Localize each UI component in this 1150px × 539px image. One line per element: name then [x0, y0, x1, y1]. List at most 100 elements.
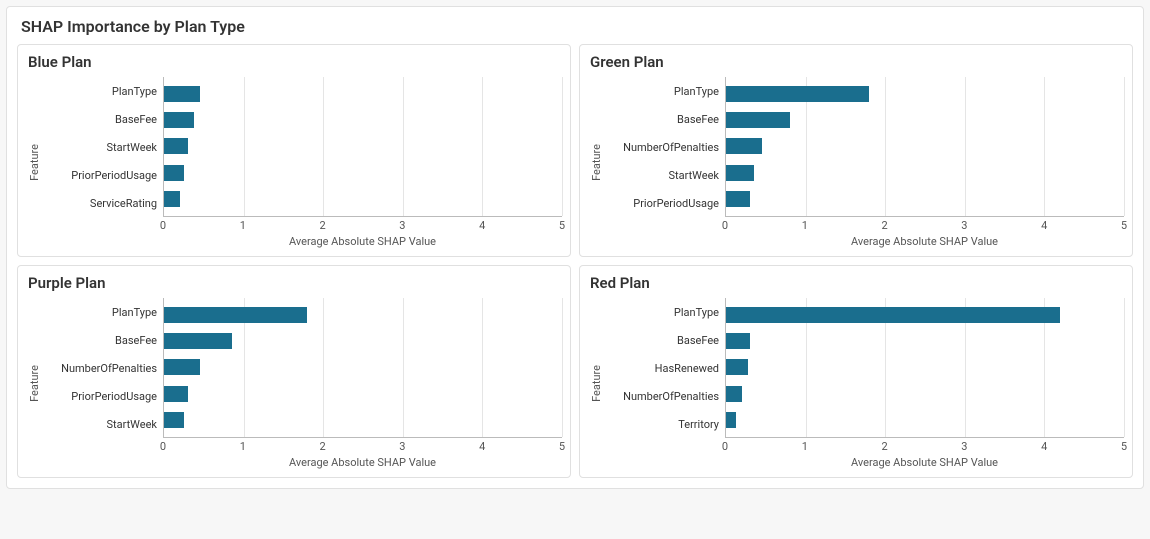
bar	[164, 412, 184, 428]
category-label: BaseFee	[43, 114, 157, 125]
chart-wrap: FeaturePlanTypeBaseFeeNumberOfPenaltiesP…	[26, 298, 562, 469]
category-label: NumberOfPenalties	[43, 363, 157, 374]
bar	[726, 386, 742, 402]
bar	[726, 191, 750, 207]
x-tick: 0	[160, 440, 166, 453]
plot-area	[725, 298, 1124, 438]
chart-panel: Green Plan Feature PlanType BaseFee NumberOf…	[579, 44, 1133, 257]
gridline	[1124, 298, 1125, 437]
chart-body: PlanTypeBaseFeeStartWeekPriorPeriodUsage…	[43, 77, 562, 248]
category-label: StartWeek	[43, 419, 157, 430]
x-tick: 3	[961, 440, 967, 453]
bar	[726, 86, 869, 102]
x-tick: 1	[240, 219, 246, 232]
plot-row: PlanTypeBaseFeeNumberOfPenaltiesPriorPer…	[43, 298, 562, 438]
bar	[726, 307, 1060, 323]
x-axis: 012345	[43, 440, 562, 454]
x-tick: 5	[1121, 219, 1127, 232]
bar	[164, 86, 200, 102]
plot-area	[163, 298, 562, 438]
x-axis-label: Average Absolute SHAP Value	[43, 456, 562, 469]
x-tick: 0	[160, 219, 166, 232]
gridline	[1124, 77, 1125, 216]
bar	[164, 112, 194, 128]
main-panel: SHAP Importance by Plan Type Blue Plan Fe…	[6, 6, 1144, 489]
x-tick: 3	[399, 219, 405, 232]
x-tick: 0	[722, 219, 728, 232]
category-label: StartWeek	[605, 170, 719, 181]
category-label: BaseFee	[605, 335, 719, 346]
bars	[726, 77, 1124, 216]
plot-row: PlanTypeBaseFeeStartWeekPriorPeriodUsage…	[43, 77, 562, 217]
plot-row: PlanType BaseFee HasRenewed NumberOfPenalti…	[605, 298, 1124, 438]
bar	[164, 386, 188, 402]
bar	[726, 359, 748, 375]
chart-wrap: Feature PlanType BaseFee HasRenewed NumberOf…	[588, 298, 1124, 469]
category-label: PriorPeriodUsage	[605, 198, 719, 209]
chart-wrap: FeaturePlanTypeBaseFeeStartWeekPriorPeri…	[26, 77, 562, 248]
x-tick: 3	[399, 440, 405, 453]
bar	[164, 307, 307, 323]
bar	[164, 333, 232, 349]
chart-title: Red Plan	[590, 274, 1124, 292]
bars	[164, 77, 562, 216]
category-label: BaseFee	[605, 114, 719, 125]
bars	[164, 298, 562, 437]
category-label: ServiceRating	[43, 198, 157, 209]
category-label: Territory	[605, 419, 719, 430]
chart-grid: Blue Plan Feature PlanType BaseFee StartWeek…	[17, 44, 1133, 478]
x-tick: 2	[882, 440, 888, 453]
x-ticks: 012345	[163, 219, 562, 233]
chart-panel: Blue PlanFeaturePlanTypeBaseFeeStartWeek…	[17, 44, 571, 257]
category-label: PriorPeriodUsage	[43, 170, 157, 181]
x-ticks: 012345	[725, 219, 1124, 233]
x-tick: 1	[240, 440, 246, 453]
x-tick: 4	[479, 440, 485, 453]
bar	[164, 138, 188, 154]
bar	[726, 112, 790, 128]
bar	[164, 191, 180, 207]
y-axis-label: Feature	[26, 365, 43, 402]
x-axis-label: Average Absolute SHAP Value	[605, 235, 1124, 248]
y-axis-label: Feature	[588, 144, 605, 181]
page-title: SHAP Importance by Plan Type	[21, 17, 1133, 36]
x-tick: 5	[559, 440, 565, 453]
category-label: HasRenewed	[605, 363, 719, 374]
x-tick: 1	[802, 440, 808, 453]
category-label: NumberOfPenalties	[605, 142, 719, 153]
plot-row: PlanType BaseFee NumberOfPenalties StartWee…	[605, 77, 1124, 217]
x-tick: 4	[1041, 219, 1047, 232]
x-tick: 4	[479, 219, 485, 232]
x-axis: 012345	[43, 219, 562, 233]
gridline	[562, 298, 563, 437]
category-label: PlanType	[43, 86, 157, 97]
category-labels: PlanType BaseFee NumberOfPenalties StartWee…	[605, 77, 725, 217]
bar	[726, 412, 736, 428]
category-label: PlanType	[605, 86, 719, 97]
chart-body: PlanTypeBaseFeeNumberOfPenaltiesPriorPer…	[43, 298, 562, 469]
chart-panel: Purple Plan FeaturePlanTypeBaseFeeNumberO…	[17, 265, 571, 478]
x-axis-label: Average Absolute SHAP Value	[605, 456, 1124, 469]
category-label: PlanType	[605, 307, 719, 318]
x-tick: 4	[1041, 440, 1047, 453]
category-labels: PlanTypeBaseFeeNumberOfPenaltiesPriorPer…	[43, 298, 163, 438]
x-axis: 012345	[605, 440, 1124, 454]
plot-area	[725, 77, 1124, 217]
y-axis-label: Feature	[588, 365, 605, 402]
x-tick: 2	[882, 219, 888, 232]
category-label: NumberOfPenalties	[605, 391, 719, 402]
chart-body: PlanType BaseFee NumberOfPenalties StartWee…	[605, 77, 1124, 248]
category-label: PlanType	[43, 307, 157, 318]
chart-title: Purple Plan	[28, 274, 562, 292]
gridline	[562, 77, 563, 216]
x-axis-label: Average Absolute SHAP Value	[43, 235, 562, 248]
x-tick: 5	[1121, 440, 1127, 453]
category-labels: PlanTypeBaseFeeStartWeekPriorPeriodUsage…	[43, 77, 163, 217]
bar	[726, 138, 762, 154]
chart-title: Blue Plan	[28, 53, 562, 71]
category-labels: PlanType BaseFee HasRenewed NumberOfPenalti…	[605, 298, 725, 438]
x-ticks: 012345	[725, 440, 1124, 454]
chart-title: Green Plan	[590, 53, 1124, 71]
plot-area	[163, 77, 562, 217]
category-label: PriorPeriodUsage	[43, 391, 157, 402]
